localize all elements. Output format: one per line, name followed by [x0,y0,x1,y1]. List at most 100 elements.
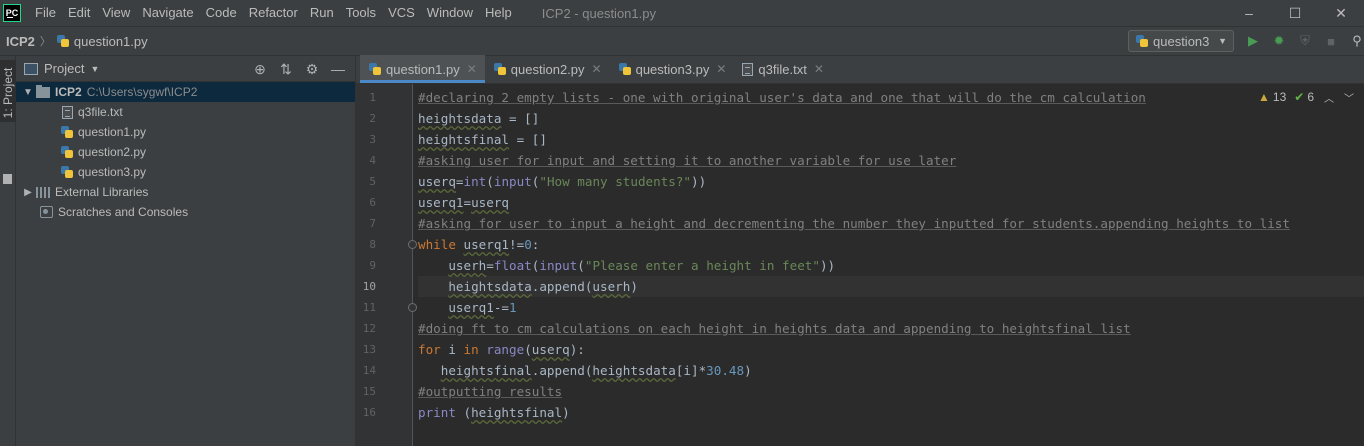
tree-item-label: q3file.txt [78,105,123,119]
menu-run[interactable]: Run [304,0,340,26]
code-line[interactable]: userq1=userq [418,192,509,213]
code-line[interactable]: for i in range(userq): [418,339,585,360]
code-line[interactable]: #asking user for input and setting it to… [418,150,956,171]
coverage-icon[interactable]: ⛨ [1292,27,1318,55]
chevron-down-icon: ▼ [1218,36,1227,46]
inspection-widget[interactable]: ▲ 13 ✔ 6 ︿ ﹀ [1258,87,1354,107]
code-line[interactable]: heightsfinal = [] [418,129,547,150]
run-configuration-label: question3 [1153,33,1210,49]
weak-warning-icon: ✔ [1294,90,1305,104]
line-number: 6 [369,196,376,209]
project-panel-title[interactable]: Project [44,61,84,76]
gear-icon[interactable]: ⚙ [299,56,325,82]
tree-item-question1[interactable]: question1.py [16,122,355,142]
python-file-icon [493,62,507,76]
close-icon[interactable]: ✕ [716,62,726,76]
menu-refactor[interactable]: Refactor [243,0,304,26]
project-tool-tab[interactable]: 1: Project [0,60,16,122]
fold-marker-icon[interactable] [408,240,417,249]
project-panel: Project ▼ ⊕ ⇅ ⚙ — ▼ ICP2 C:\Users\sygwf\… [16,56,356,446]
menu-vcs[interactable]: VCS [382,0,421,26]
code-line[interactable]: #asking for user to input a height and d… [418,213,1290,234]
debug-icon[interactable]: ✹ [1266,27,1292,55]
warning-icon: ▲ [1258,90,1270,104]
breadcrumb-project[interactable]: ICP2 [6,34,35,49]
tab-label: q3file.txt [758,61,807,77]
line-number: 13 [362,343,376,356]
maximize-button[interactable]: ☐ [1272,0,1318,26]
tree-item-icp2[interactable]: ▼ ICP2 C:\Users\sygwf\ICP2 [16,82,355,102]
tree-item-question3[interactable]: question3.py [16,162,355,182]
tree-item-external-libraries[interactable]: ▶ External Libraries [16,182,355,202]
code-line[interactable]: heightsdata = [] [418,108,539,129]
collapse-all-icon[interactable]: ⇅ [273,56,299,82]
line-number-gutter: 1 2 3 4 5 6 7 8 9 10 11 12 13 14 15 16 [356,84,417,446]
fold-marker-icon[interactable] [408,303,417,312]
code-line[interactable]: heightsfinal.append(heightsdata[i]*30.48… [418,360,752,381]
text-file-icon [742,62,754,76]
window-title: ICP2 - question1.py [541,5,656,21]
code-line[interactable]: userq1-=1 [418,297,516,318]
line-number: 2 [369,112,376,125]
editor-tab-bar: question1.py ✕ question2.py ✕ question3.… [356,55,1364,84]
menu-window[interactable]: Window [421,0,479,26]
menu-edit[interactable]: Edit [62,0,96,26]
tree-item-label: question3.py [78,165,147,179]
tree-item-label: question1.py [78,125,147,139]
search-icon[interactable]: ⚲ [1344,27,1364,55]
chevron-up-icon[interactable]: ︿ [1324,90,1334,105]
code-line[interactable]: userq=int(input("How many students?")) [418,171,706,192]
expand-arrow-icon[interactable]: ▶ [22,187,34,198]
tree-item-path: C:\Users\sygwf\ICP2 [86,85,198,99]
tree-item-q3file[interactable]: q3file.txt [16,102,355,122]
menu-help[interactable]: Help [479,0,518,26]
stop-icon[interactable]: ■ [1318,27,1344,55]
tab-question3[interactable]: question3.py ✕ [610,55,735,83]
menu-code[interactable]: Code [200,0,243,26]
line-number: 10 [362,280,376,293]
close-icon[interactable]: ✕ [467,62,477,76]
code-line[interactable]: #outputting results [418,381,562,402]
tree-item-question2[interactable]: question2.py [16,142,355,162]
run-configuration-select[interactable]: question3 ▼ [1128,30,1234,52]
project-panel-actions: ⊕ ⇅ ⚙ — [247,56,351,82]
code-line[interactable]: userh=float(input("Please enter a height… [418,255,835,276]
folder-icon [36,84,50,98]
menu-file[interactable]: File [29,0,62,26]
code-line[interactable]: print (heightsfinal) [418,402,570,423]
code-line[interactable]: #doing ft to cm calculations on each hei… [418,318,1131,339]
run-toolbar: ▶ ✹ ⛨ ■ ⚲ [1240,27,1364,55]
tab-question2[interactable]: question2.py ✕ [485,55,610,83]
tab-question1[interactable]: question1.py ✕ [360,55,485,83]
project-panel-header: Project ▼ ⊕ ⇅ ⚙ — [16,56,355,82]
locate-file-icon[interactable]: ⊕ [247,56,273,82]
run-icon[interactable]: ▶ [1240,27,1266,55]
menu-tools[interactable]: Tools [340,0,382,26]
menu-navigate[interactable]: Navigate [136,0,199,26]
hide-panel-icon[interactable]: — [325,56,351,82]
expand-arrow-icon[interactable]: ▼ [22,87,34,98]
code-area[interactable]: #declaring 2 empty lists - one with orig… [418,84,1364,446]
breadcrumb-file[interactable]: question1.py [74,34,148,49]
python-file-icon [618,62,632,76]
line-number: 1 [369,91,376,104]
close-window-button[interactable]: ✕ [1318,0,1364,26]
close-icon[interactable]: ✕ [592,62,602,76]
line-number: 16 [362,406,376,419]
structure-tool-icon[interactable] [3,174,12,184]
close-icon[interactable]: ✕ [814,62,824,76]
tree-item-scratches[interactable]: Scratches and Consoles [16,202,355,222]
code-line[interactable]: while userq1!=0: [418,234,539,255]
chevron-down-icon[interactable]: ﹀ [1344,90,1354,105]
minimize-button[interactable]: – [1226,0,1272,26]
tree-item-label: question2.py [78,145,147,159]
project-tree: ▼ ICP2 C:\Users\sygwf\ICP2 q3file.txt qu… [16,82,355,222]
library-icon [36,186,50,198]
menu-view[interactable]: View [96,0,136,26]
code-line[interactable]: #declaring 2 empty lists - one with orig… [418,87,1146,108]
chevron-down-icon[interactable]: ▼ [90,64,99,74]
line-number: 7 [369,217,376,230]
tab-q3file[interactable]: q3file.txt ✕ [734,55,831,83]
code-line[interactable]: heightsdata.append(userh) [418,276,638,297]
tree-item-label: Scratches and Consoles [58,205,189,219]
